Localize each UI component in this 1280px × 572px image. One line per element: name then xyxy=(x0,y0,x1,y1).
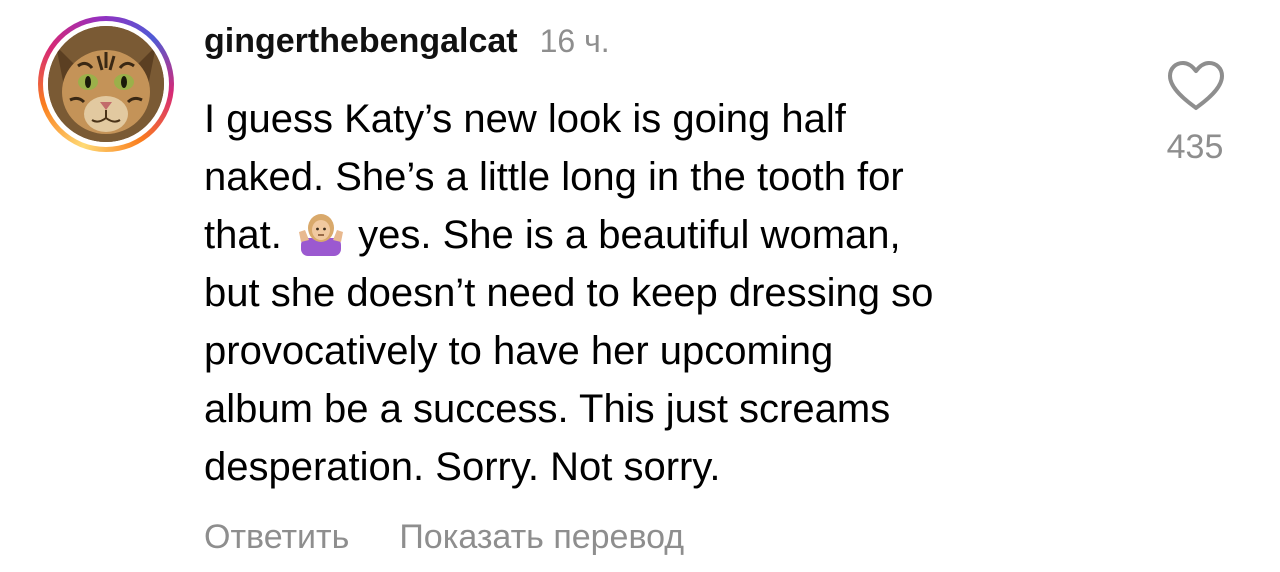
timestamp: 16 ч. xyxy=(539,23,610,59)
like-button[interactable] xyxy=(1164,60,1228,112)
comment-text-line: naked. She’s a little long in the tooth … xyxy=(204,155,904,199)
comment-text-segment: that. xyxy=(204,213,282,257)
comment-text-line: but she doesn’t need to keep dressing so xyxy=(204,271,934,315)
avatar[interactable] xyxy=(48,26,164,142)
show-translation-button[interactable]: Показать перевод xyxy=(399,518,684,557)
comment-text-line: I guess Katy’s new look is going half xyxy=(204,97,846,141)
username-link[interactable]: gingerthebengalcat xyxy=(204,22,518,61)
comment-text-line: desperation. Sorry. Not sorry. xyxy=(204,445,721,489)
bengal-cat-avatar-icon xyxy=(48,26,164,142)
comment-text-segment: yes. She is a beautiful woman, xyxy=(358,213,901,257)
comment-actions: Ответить Показать перевод xyxy=(204,518,684,557)
woman-shrugging-emoji-icon xyxy=(298,212,343,256)
comment-text-line: album be a success. This just screams xyxy=(204,387,891,431)
heart-outline-icon xyxy=(1168,61,1224,110)
reply-button[interactable]: Ответить xyxy=(204,518,349,557)
comment-text: I guess Katy’s new look is going half na… xyxy=(204,90,1134,496)
comment-text-line-with-emoji: that. yes. She is a beautiful woman, xyxy=(204,206,1134,264)
comment-header: gingerthebengalcat 16 ч. xyxy=(204,22,610,66)
avatar-story-ring[interactable] xyxy=(38,16,174,152)
comment: gingerthebengalcat 16 ч. I guess Katy’s … xyxy=(0,0,1280,572)
like-count: 435 xyxy=(1166,128,1224,166)
avatar-ring-gap xyxy=(43,21,169,147)
comment-text-line: provocatively to have her upcoming xyxy=(204,329,834,373)
